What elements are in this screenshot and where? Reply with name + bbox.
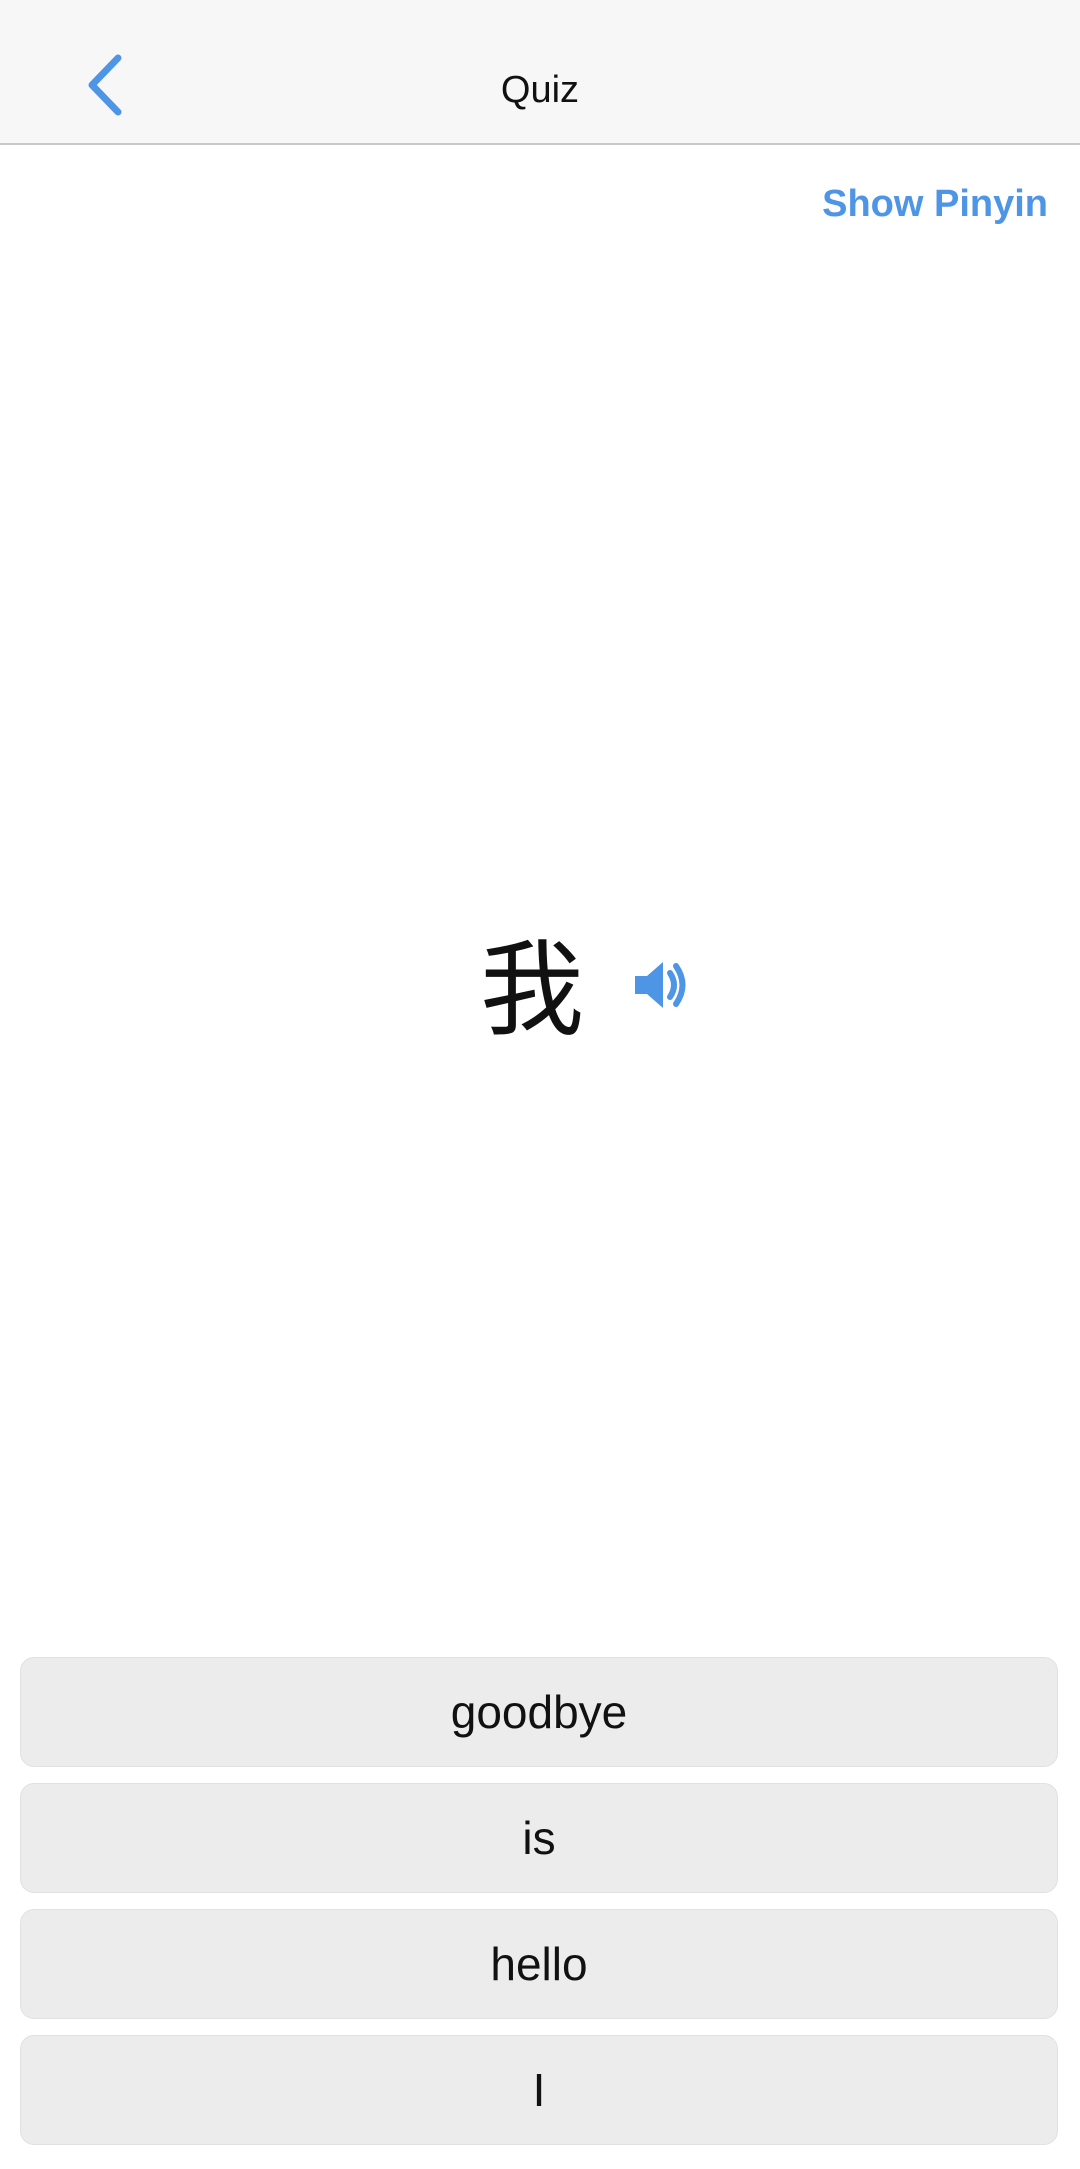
answer-option-hello[interactable]: hello [20,1909,1058,2019]
answer-option-is[interactable]: is [20,1783,1058,1893]
question-prompt: 我 [0,900,1080,1080]
answer-options: goodbye is hello I [20,1657,1058,2161]
chevron-left-icon [88,54,122,116]
back-button[interactable] [60,40,150,130]
top-bar: Quiz [0,0,1080,145]
show-pinyin-button[interactable]: Show Pinyin [822,183,1048,226]
speaker-icon [635,962,686,1008]
answer-option-goodbye[interactable]: goodbye [20,1657,1058,1767]
play-audio-button[interactable] [625,950,695,1020]
page-title: Quiz [500,69,580,111]
answer-option-i[interactable]: I [20,2035,1058,2145]
chinese-character: 我 [480,929,585,1051]
quiz-screen: Quiz Show Pinyin 我 goodbye is hello I [0,0,1080,2169]
